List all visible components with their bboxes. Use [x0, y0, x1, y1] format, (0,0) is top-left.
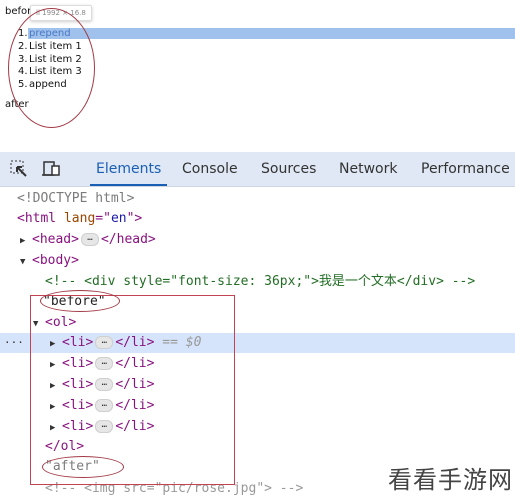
- tree-row-comment[interactable]: <!-- <div style="font-size: 36px;">我是一个文…: [0, 272, 515, 292]
- device-toolbar-icon[interactable]: [42, 160, 60, 178]
- page-preview: before li 1992 × 16.8 1. prepend 2. List i…: [0, 0, 515, 150]
- annotation-ellipse: [42, 456, 124, 478]
- expand-arrow-icon[interactable]: ▶: [20, 231, 32, 251]
- annotation-ellipse: [40, 290, 120, 312]
- ellipsis-icon[interactable]: …: [80, 233, 99, 246]
- gutter-more-icon[interactable]: ···: [4, 333, 24, 353]
- tab-network[interactable]: Network: [339, 152, 397, 186]
- tab-console[interactable]: Console: [182, 152, 238, 186]
- annotation-box: [30, 295, 235, 485]
- devtools-toolbar: Elements Console Sources Network Perform…: [0, 152, 515, 187]
- tab-elements[interactable]: Elements: [89, 152, 168, 186]
- tab-sources[interactable]: Sources: [261, 152, 316, 186]
- tree-row-head[interactable]: ▶ <head>… </head>: [0, 230, 515, 250]
- annotation-ellipse: [8, 8, 95, 128]
- tree-row-doctype[interactable]: <!DOCTYPE html>: [0, 189, 515, 209]
- preview-element-highlight: [28, 28, 515, 39]
- inspect-element-icon[interactable]: [10, 160, 28, 178]
- tree-row-body[interactable]: ▼ <body>: [0, 251, 515, 271]
- tab-performance[interactable]: Performance: [421, 152, 510, 186]
- collapse-arrow-icon[interactable]: ▼: [20, 252, 32, 272]
- watermark: 看看手游网: [388, 466, 513, 494]
- tree-row-html[interactable]: <html lang="en">: [0, 209, 515, 229]
